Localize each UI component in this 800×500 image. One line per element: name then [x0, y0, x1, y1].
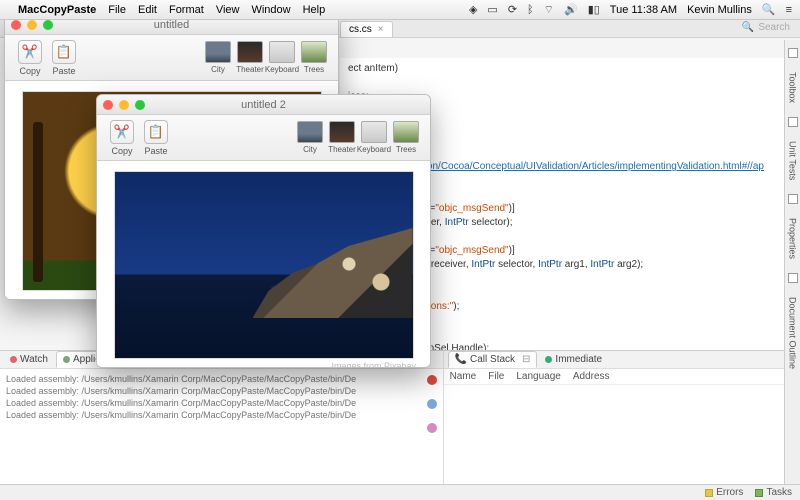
paste-button[interactable]: 📋Paste — [139, 120, 173, 156]
right-panel-tabs: 📞Call Stack⊟ Immediate — [444, 351, 784, 369]
image-credit: Images from Pixabay — [331, 361, 420, 368]
bluetooth-icon[interactable]: ᛒ — [527, 4, 534, 16]
side-tab-unittests[interactable]: Unit Tests — [788, 141, 798, 180]
editor-tab[interactable]: cs.cs × — [340, 21, 393, 37]
titlebar[interactable]: untitled 2 — [97, 95, 430, 115]
console-line: Loaded assembly: /Users/kmullins/Xamarin… — [6, 397, 437, 409]
menubar-user[interactable]: Kevin Mullins — [687, 4, 752, 16]
scissors-icon: ✂️ — [110, 120, 134, 144]
notification-center-icon[interactable]: ≡ — [786, 4, 792, 16]
status-tasks[interactable]: Tasks — [755, 487, 792, 498]
docoutline-icon[interactable] — [788, 273, 798, 283]
clipboard-icon: 📋 — [52, 40, 76, 64]
thumb-city[interactable]: City — [294, 121, 326, 154]
spotlight-icon[interactable]: 🔍 — [762, 3, 776, 16]
menu-format[interactable]: Format — [169, 4, 204, 16]
paste-button[interactable]: 📋Paste — [47, 40, 81, 76]
battery-icon[interactable]: ▮▯ — [588, 3, 600, 16]
wifi-icon[interactable]: ⌔ — [544, 3, 554, 17]
tab-watch[interactable]: Watch — [4, 352, 54, 367]
status-errors[interactable]: Errors — [705, 487, 743, 498]
toolbar: ✂️Copy 📋Paste City Theater Keyboard Tree… — [97, 115, 430, 161]
pin-icon[interactable]: ⊟ — [522, 354, 530, 365]
tab-callstack[interactable]: 📞Call Stack⊟ — [448, 351, 538, 368]
mac-menubar: MacCopyPaste File Edit Format View Windo… — [0, 0, 800, 20]
side-tab-docoutline[interactable]: Document Outline — [788, 297, 798, 369]
errors-icon — [705, 489, 713, 497]
callstack-header: Name File Language Address — [444, 369, 784, 385]
thumb-trees[interactable]: Trees — [390, 121, 422, 154]
menu-edit[interactable]: Edit — [138, 4, 157, 16]
toolbox-icon[interactable] — [788, 48, 798, 58]
console-line: Loaded assembly: /Users/kmullins/Xamarin… — [6, 385, 437, 397]
thumb-trees[interactable]: Trees — [298, 41, 330, 74]
menu-file[interactable]: File — [108, 4, 126, 16]
side-tab-toolbox[interactable]: Toolbox — [788, 72, 798, 103]
close-icon[interactable]: × — [378, 24, 384, 35]
properties-icon[interactable] — [788, 194, 798, 204]
menu-view[interactable]: View — [216, 4, 240, 16]
app-menu[interactable]: MacCopyPaste — [18, 4, 96, 16]
scissors-icon: ✂️ — [18, 40, 42, 64]
menubar-clock[interactable]: Tue 11:38 AM — [610, 4, 677, 16]
tasks-icon — [755, 489, 763, 497]
volume-icon[interactable]: 🔊 — [564, 3, 578, 16]
console-line: Loaded assembly: /Users/kmullins/Xamarin… — [6, 409, 437, 421]
app-window-2[interactable]: untitled 2 ✂️Copy 📋Paste City Theater Ke… — [96, 94, 431, 368]
copy-button[interactable]: ✂️Copy — [13, 40, 47, 76]
error-marker-icon[interactable] — [427, 375, 437, 385]
copy-button[interactable]: ✂️Copy — [105, 120, 139, 156]
menu-help[interactable]: Help — [303, 4, 326, 16]
window-title: untitled — [5, 19, 338, 31]
console-line: Loaded assembly: /Users/kmullins/Xamarin… — [6, 373, 437, 385]
thumb-theater[interactable]: Theater — [326, 121, 358, 154]
ide-search[interactable]: 🔍 Search — [742, 22, 790, 33]
status-icon[interactable]: ◈ — [469, 3, 477, 16]
ide-statusbar: Errors Tasks — [0, 484, 800, 500]
window-title: untitled 2 — [97, 99, 430, 111]
ide-side-tabs: Toolbox Unit Tests Properties Document O… — [784, 40, 800, 500]
console-output[interactable]: Loaded assembly: /Users/kmullins/Xamarin… — [0, 369, 443, 484]
toolbar: ✂️Copy 📋Paste City Theater Keyboard Tree… — [5, 35, 338, 81]
sync-icon[interactable]: ⟳ — [508, 3, 517, 16]
image-canvas[interactable] — [114, 171, 414, 359]
tab-immediate[interactable]: Immediate — [539, 352, 608, 367]
airplay-icon[interactable]: ▭ — [487, 3, 497, 16]
side-tab-properties[interactable]: Properties — [788, 218, 798, 259]
thumb-keyboard[interactable]: Keyboard — [266, 41, 298, 74]
thumb-city[interactable]: City — [202, 41, 234, 74]
marker-icon[interactable] — [427, 423, 437, 433]
code-line: ect anItem) — [348, 62, 776, 76]
bottom-panels: Watch Application Output Locals Breakpoi… — [0, 350, 784, 484]
menu-window[interactable]: Window — [251, 4, 290, 16]
clipboard-icon: 📋 — [144, 120, 168, 144]
unittests-icon[interactable] — [788, 117, 798, 127]
thumb-theater[interactable]: Theater — [234, 41, 266, 74]
thumb-keyboard[interactable]: Keyboard — [358, 121, 390, 154]
info-marker-icon[interactable] — [427, 399, 437, 409]
tab-label: cs.cs — [349, 24, 372, 35]
